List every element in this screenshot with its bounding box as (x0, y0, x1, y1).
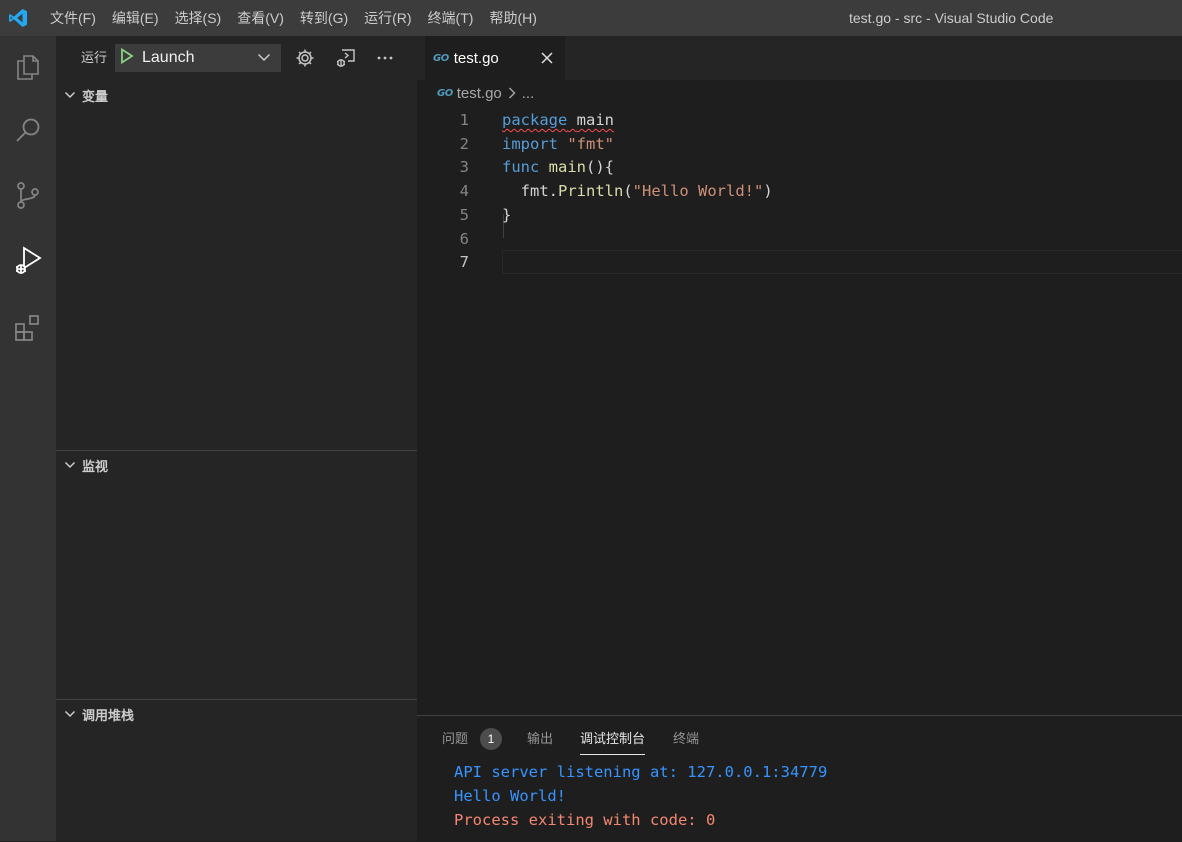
code-line[interactable]: 3 func main(){ (417, 155, 1182, 179)
line-source: fmt.Println("Hello World!") (502, 179, 773, 203)
line-number: 3 (459, 158, 469, 177)
code-token: main (548, 158, 586, 177)
chevron-right-icon (508, 87, 516, 99)
section-title: 变量 (82, 88, 109, 104)
code-token: func (502, 158, 540, 177)
section-watch[interactable]: 监视 (56, 454, 417, 476)
console-line: API server listening at: 127.0.0.1:34779 (454, 763, 828, 781)
menu-bar: 文件(F) 编辑(E) 选择(S) 查看(V) 转到(G) 运行(R) 终端(T… (36, 0, 545, 36)
line-number: 6 (459, 229, 469, 248)
more-actions-icon[interactable] (371, 44, 399, 72)
code-token: Println (558, 182, 624, 201)
section-title: 调用堆栈 (82, 707, 135, 723)
code-token: ) (763, 182, 773, 201)
run-debug-sidebar: 运行 Launch 变量 监视 调用堆栈 (56, 36, 417, 841)
code-token: import (502, 134, 558, 153)
run-view-title: 运行 (81, 50, 108, 65)
tab-problems[interactable]: 问题 (442, 716, 468, 760)
editor-area: GO test.go GO test.go ... 1 package main 2… (417, 36, 1182, 715)
title-bar: 文件(F) 编辑(E) 选择(S) 查看(V) 转到(G) 运行(R) 终端(T… (0, 0, 1182, 36)
go-file-icon: GO (433, 52, 449, 64)
breadcrumb-file[interactable]: test.go (457, 85, 502, 102)
problems-count-badge: 1 (480, 728, 502, 750)
vscode-logo-icon[interactable] (0, 0, 36, 36)
code-token: "fmt" (567, 134, 615, 153)
activity-bar (0, 36, 56, 841)
section-call-stack[interactable]: 调用堆栈 (56, 703, 417, 725)
launch-config-select[interactable]: Launch (115, 44, 281, 72)
run-debug-icon[interactable] (0, 233, 56, 289)
line-number: 4 (459, 182, 469, 201)
line-number: 1 (459, 111, 469, 129)
menu-run[interactable]: 运行(R) (356, 0, 419, 36)
console-line: Hello World! (454, 787, 566, 805)
panel-tabs: 问题 1 输出 调试控制台 终端 (417, 716, 1182, 760)
code-line[interactable]: 1 package main (417, 108, 1182, 132)
code-token: "Hello World!" (632, 182, 764, 201)
tab-test-go[interactable]: GO test.go (425, 36, 565, 80)
window-title: test.go - src - Visual Studio Code (849, 10, 1054, 26)
code-line[interactable]: 6 (417, 227, 1182, 251)
console-line: Process exiting with code: 0 (454, 811, 716, 829)
editor-tabs: GO test.go (417, 36, 1182, 80)
section-divider[interactable] (56, 450, 417, 451)
tab-label: test.go (453, 49, 499, 67)
line-source: func main(){ (502, 155, 614, 179)
bottom-panel: 问题 1 输出 调试控制台 终端 API server listening at… (417, 715, 1182, 842)
run-toolbar: 运行 Launch (56, 36, 417, 80)
section-divider[interactable] (56, 699, 417, 700)
chevron-down-icon (58, 460, 82, 470)
tab-output[interactable]: 输出 (527, 716, 553, 760)
chevron-down-icon (257, 49, 271, 67)
code-line[interactable]: 7 (417, 250, 1182, 274)
code-line[interactable]: 5} (417, 203, 1182, 227)
menu-edit[interactable]: 编辑(E) (104, 0, 167, 36)
search-icon[interactable] (0, 103, 56, 159)
tab-debug-console[interactable]: 调试控制台 (580, 716, 646, 760)
section-title: 监视 (82, 458, 109, 474)
line-source: } (502, 203, 511, 227)
code-token: main (576, 111, 614, 129)
menu-file[interactable]: 文件(F) (36, 0, 104, 36)
code-token: } (502, 205, 512, 224)
debug-console-icon[interactable] (331, 44, 359, 72)
explorer-icon[interactable] (0, 39, 56, 95)
chevron-down-icon (58, 709, 82, 719)
menu-terminal[interactable]: 终端(T) (420, 0, 482, 36)
chevron-down-icon (58, 90, 82, 100)
go-file-icon: GO (437, 87, 453, 99)
code-line[interactable]: 2 import "fmt" (417, 132, 1182, 156)
menu-view[interactable]: 查看(V) (229, 0, 292, 36)
section-variables[interactable]: 变量 (56, 84, 417, 106)
code-token: package (502, 111, 568, 129)
breadcrumb: GO test.go ... (437, 82, 534, 104)
extensions-icon[interactable] (0, 299, 56, 355)
menu-help[interactable]: 帮助(H) (481, 0, 544, 36)
line-number: 5 (459, 205, 469, 224)
code-token: ( (623, 182, 633, 201)
launch-config-name: Launch (142, 49, 195, 66)
line-source: package main (502, 108, 614, 132)
breadcrumb-more[interactable]: ... (522, 85, 535, 102)
close-icon[interactable] (537, 48, 557, 68)
code-token: fmt. (502, 182, 558, 201)
start-debugging-icon[interactable] (120, 47, 134, 69)
gear-icon[interactable] (291, 44, 319, 72)
line-source: import "fmt" (502, 132, 614, 156)
code-token: (){ (586, 158, 614, 177)
menu-selection[interactable]: 选择(S) (167, 0, 230, 36)
tab-terminal[interactable]: 终端 (673, 716, 699, 760)
line-number: 2 (459, 134, 469, 153)
line-number: 7 (459, 253, 469, 272)
menu-go[interactable]: 转到(G) (292, 0, 356, 36)
code-line[interactable]: 4 fmt.Println("Hello World!") (417, 179, 1182, 203)
source-control-icon[interactable] (0, 167, 56, 223)
